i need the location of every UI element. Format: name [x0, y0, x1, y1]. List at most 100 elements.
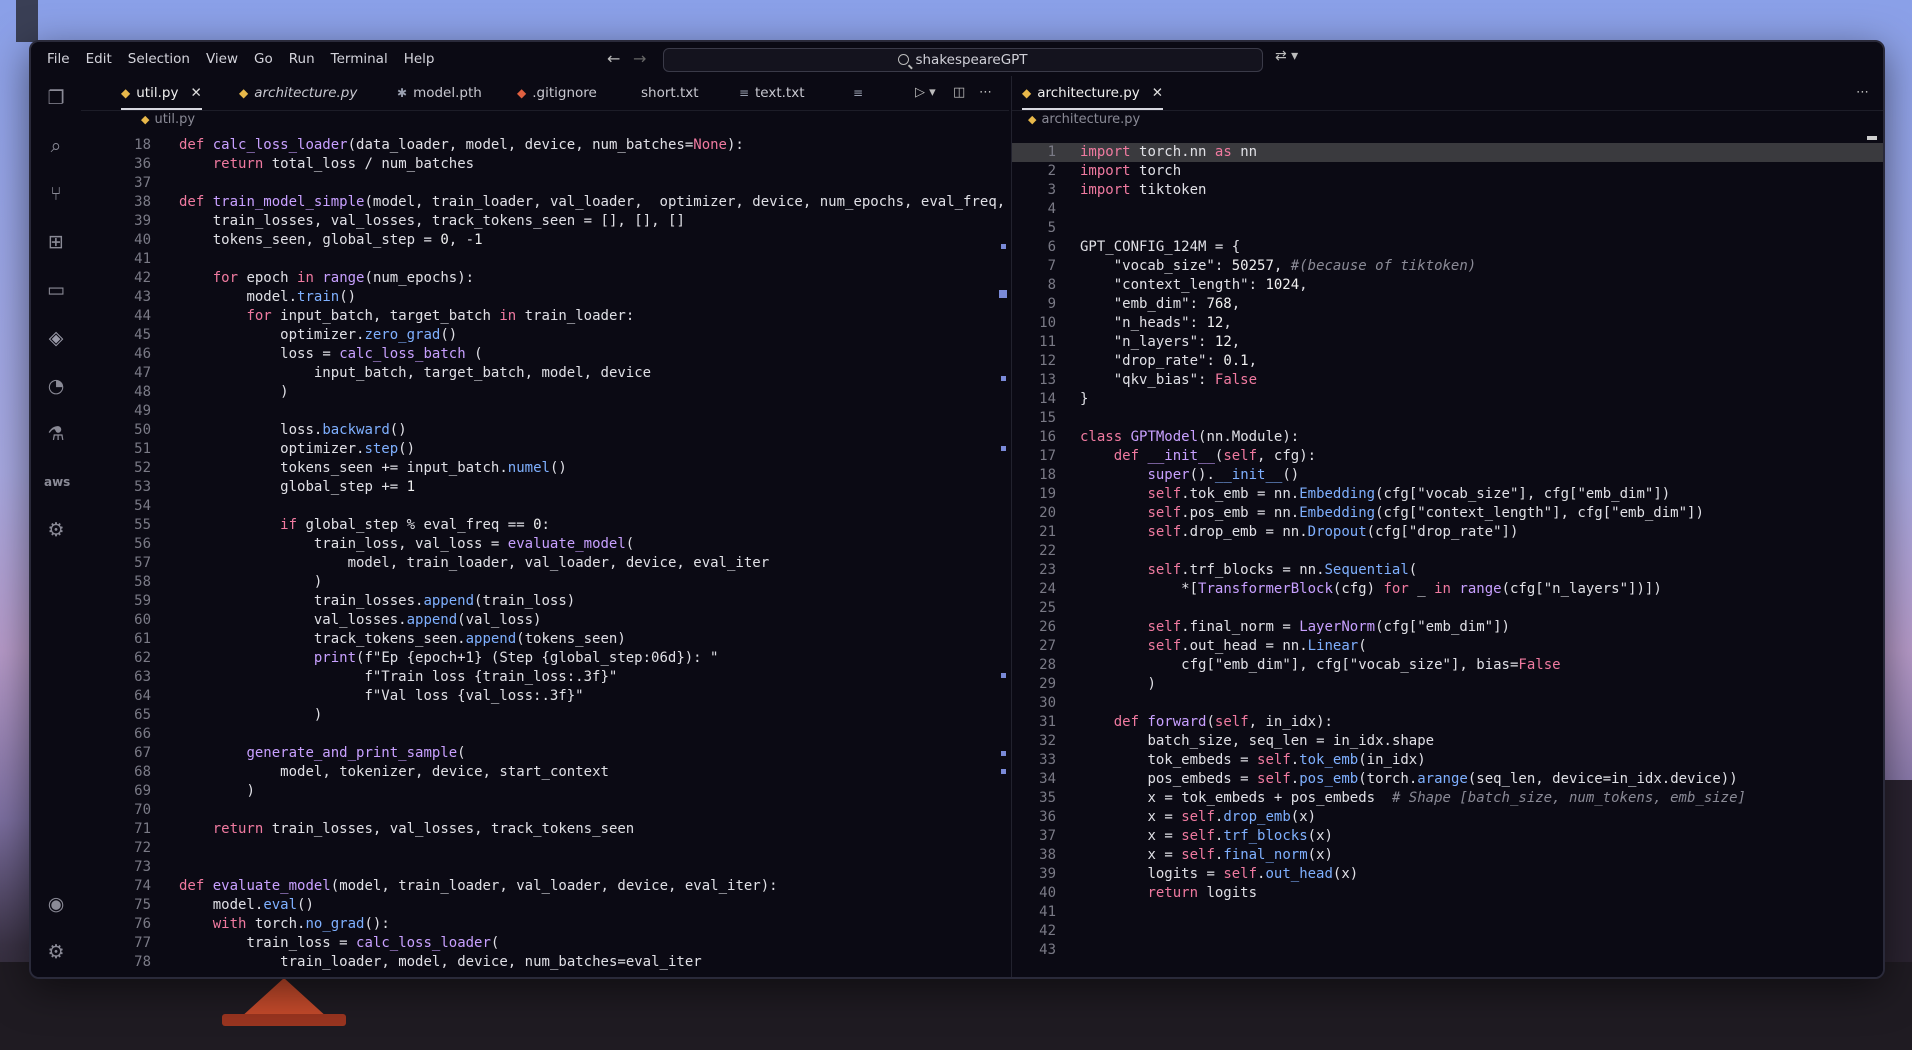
code-line[interactable]: 10 "n_heads": 12, [1012, 314, 1883, 333]
code-line[interactable]: 39 logits = self.out_head(x) [1012, 865, 1883, 884]
scrollbar[interactable] [1867, 136, 1877, 140]
code-line[interactable]: 66 [81, 725, 1009, 744]
code-line[interactable]: 68 model, tokenizer, device, start_conte… [81, 763, 1009, 782]
code-line[interactable]: 45 optimizer.zero_grad() [81, 326, 1009, 345]
menu-help[interactable]: Help [396, 51, 443, 67]
code-line[interactable]: 55 if global_step % eval_freq == 0: [81, 516, 1009, 535]
code-line[interactable]: 78 train_loader, model, device, num_batc… [81, 953, 1009, 972]
settings-icon[interactable]: ⚙ [44, 940, 68, 964]
code-line[interactable]: 15 [1012, 409, 1883, 428]
git-graph-icon[interactable]: ◔ [44, 374, 68, 398]
menu-view[interactable]: View [198, 51, 246, 67]
code-line[interactable]: 16 class GPTModel(nn.Module): [1012, 428, 1883, 447]
code-line[interactable]: 3 import tiktoken [1012, 181, 1883, 200]
code-line[interactable]: 41 [81, 250, 1009, 269]
remote-explorer-icon[interactable]: ▭ [44, 278, 68, 302]
close-icon[interactable]: ✕ [1152, 85, 1163, 101]
code-line[interactable]: 51 optimizer.step() [81, 440, 1009, 459]
forward-arrow-icon[interactable]: → [633, 49, 646, 68]
code-line[interactable]: 35 x = tok_embeds + pos_embeds # Shape [… [1012, 789, 1883, 808]
python-icon[interactable]: ◈ [44, 326, 68, 350]
code-line[interactable]: 42 [1012, 922, 1883, 941]
code-line[interactable]: 37 x = self.trf_blocks(x) [1012, 827, 1883, 846]
code-line[interactable]: 53 global_step += 1 [81, 478, 1009, 497]
close-icon[interactable]: ✕ [190, 85, 201, 101]
code-line[interactable]: 30 [1012, 694, 1883, 713]
menu-run[interactable]: Run [281, 51, 323, 67]
code-line[interactable]: 41 [1012, 903, 1883, 922]
code-line[interactable]: 75 model.eval() [81, 896, 1009, 915]
code-line[interactable]: 14} [1012, 390, 1883, 409]
code-line[interactable]: 36 x = self.drop_emb(x) [1012, 808, 1883, 827]
code-line[interactable]: 28 cfg["emb_dim"], cfg["vocab_size"], bi… [1012, 656, 1883, 675]
tab-model-pth[interactable]: ✱ model.pth [397, 76, 482, 110]
account-icon[interactable]: ◉ [44, 892, 68, 916]
code-line[interactable]: 73 [81, 858, 1009, 877]
code-line[interactable]: 4 [1012, 200, 1883, 219]
more-actions-icon[interactable]: ⋯ [979, 76, 992, 110]
aws-icon[interactable]: aws [44, 470, 70, 494]
copilot-icon[interactable]: ⇄ ▾ [1275, 48, 1298, 64]
code-line[interactable]: 43 [1012, 941, 1883, 960]
code-line[interactable]: 44 for input_batch, target_batch in trai… [81, 307, 1009, 326]
code-line[interactable]: 13 "qkv_bias": False [1012, 371, 1883, 390]
code-line[interactable]: 70 [81, 801, 1009, 820]
source-control-icon[interactable]: ⑂ [44, 182, 68, 206]
menu-edit[interactable]: Edit [78, 51, 120, 67]
code-line[interactable]: 18 super().__init__() [1012, 466, 1883, 485]
code-line[interactable]: 36 return total_loss / num_batches [81, 155, 1009, 174]
extensions-icon[interactable]: ⊞ [44, 230, 68, 254]
code-line[interactable]: 27 self.out_head = nn.Linear( [1012, 637, 1883, 656]
code-line[interactable]: 26 self.final_norm = LayerNorm(cfg["emb_… [1012, 618, 1883, 637]
testing-icon[interactable]: ⚗ [44, 422, 68, 446]
deploy-icon[interactable]: ⚙ [44, 518, 68, 542]
code-line[interactable]: 9 "emb_dim": 768, [1012, 295, 1883, 314]
code-line[interactable]: 8 "context_length": 1024, [1012, 276, 1883, 295]
code-line[interactable]: 72 [81, 839, 1009, 858]
code-line[interactable]: 5 [1012, 219, 1883, 238]
tab-util-py[interactable]: ◆ util.py ✕ [121, 76, 202, 110]
code-line[interactable]: 48 ) [81, 383, 1009, 402]
left-code-editor[interactable]: 18 def calc_loss_loader(data_loader, mode… [81, 136, 1009, 972]
menu-selection[interactable]: Selection [120, 51, 198, 67]
code-line[interactable]: 64 f"Val loss {val_loss:.3f}" [81, 687, 1009, 706]
code-line[interactable]: 43 model.train() [81, 288, 1009, 307]
menu-terminal[interactable]: Terminal [323, 51, 396, 67]
code-line[interactable]: 63 f"Train loss {train_loss:.3f}" [81, 668, 1009, 687]
command-center-search[interactable]: shakespeareGPT [663, 48, 1263, 72]
code-line[interactable]: 60 val_losses.append(val_loss) [81, 611, 1009, 630]
tab-architecture-py[interactable]: ◆ architecture.py [239, 76, 357, 110]
code-line[interactable]: 65 ) [81, 706, 1009, 725]
code-line[interactable]: 12 "drop_rate": 0.1, [1012, 352, 1883, 371]
code-line[interactable]: 6 GPT_CONFIG_124M = { [1012, 238, 1883, 257]
code-line[interactable]: 62 print(f"Ep {epoch+1} (Step {global_st… [81, 649, 1009, 668]
code-line[interactable]: 52 tokens_seen += input_batch.numel() [81, 459, 1009, 478]
code-line[interactable]: 22 [1012, 542, 1883, 561]
code-line[interactable]: 76 with torch.no_grad(): [81, 915, 1009, 934]
code-line[interactable]: 59 train_losses.append(train_loss) [81, 592, 1009, 611]
code-line[interactable]: 54 [81, 497, 1009, 516]
files-icon[interactable]: ❐ [44, 86, 68, 110]
code-line[interactable]: 37 [81, 174, 1009, 193]
back-arrow-icon[interactable]: ← [607, 49, 620, 68]
tab-architecture-py[interactable]: ◆ architecture.py ✕ [1022, 76, 1164, 110]
run-icon[interactable]: ▷ ▾ [915, 76, 936, 110]
code-line[interactable]: 67 generate_and_print_sample( [81, 744, 1009, 763]
tab-short-txt[interactable]: ≡ short.txt [641, 76, 749, 110]
code-line[interactable]: 25 [1012, 599, 1883, 618]
code-line[interactable]: 42 for epoch in range(num_epochs): [81, 269, 1009, 288]
code-line[interactable]: 38 def train_model_simple(model, train_lo… [81, 193, 1009, 212]
code-line[interactable]: 46 loss = calc_loss_batch ( [81, 345, 1009, 364]
code-line[interactable]: 47 input_batch, target_batch, model, dev… [81, 364, 1009, 383]
code-line[interactable]: 21 self.drop_emb = nn.Dropout(cfg["drop_… [1012, 523, 1883, 542]
code-line[interactable]: 61 track_tokens_seen.append(tokens_seen) [81, 630, 1009, 649]
tab-gitignore[interactable]: ◆ .gitignore [517, 76, 597, 110]
code-line[interactable]: 39 train_losses, val_losses, track_token… [81, 212, 1009, 231]
code-line[interactable]: 49 [81, 402, 1009, 421]
breadcrumb[interactable]: ◆ util.py [141, 112, 195, 130]
code-line[interactable]: 38 x = self.final_norm(x) [1012, 846, 1883, 865]
code-line[interactable]: 7 "vocab_size": 50257, #(because of tikt… [1012, 257, 1883, 276]
code-line[interactable]: 17 def __init__(self, cfg): [1012, 447, 1883, 466]
code-line[interactable]: 18 def calc_loss_loader(data_loader, mode… [81, 136, 1009, 155]
menu-go[interactable]: Go [246, 51, 281, 67]
